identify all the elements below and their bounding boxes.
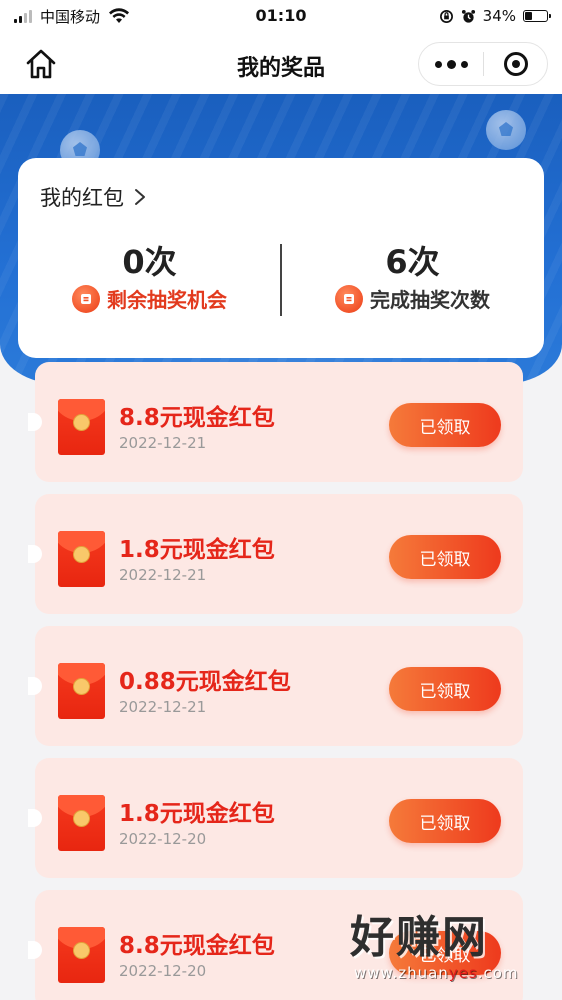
battery-percent: 34% — [482, 7, 516, 25]
close-mini-program-button[interactable] — [484, 43, 547, 85]
lottery-coin-icon — [72, 284, 100, 313]
prize-item: 8.8元现金红包 2022-12-20 已领取 — [28, 890, 523, 1000]
prize-list: 8.8元现金红包 2022-12-21 已领取 1.8元现金红包 2022-12… — [28, 362, 523, 1000]
my-red-packets-link[interactable]: 我的红包 — [40, 182, 146, 212]
prize-title: 1.8元现金红包 — [119, 801, 275, 827]
red-packet-icon — [58, 531, 105, 587]
close-mini-program-icon — [503, 52, 528, 76]
prize-date: 2022-12-21 — [119, 566, 207, 584]
remaining-label: 剩余抽奖机会 — [107, 288, 227, 312]
football-icon — [486, 110, 526, 150]
more-icon — [434, 60, 442, 68]
battery-icon — [523, 10, 551, 22]
claimed-button[interactable]: 已领取 — [389, 931, 501, 975]
claimed-button[interactable]: 已领取 — [389, 535, 501, 579]
remaining-chances-stat: 0次 剩余抽奖机会 — [18, 244, 281, 313]
claimed-button[interactable]: 已领取 — [389, 799, 501, 843]
prize-date: 2022-12-20 — [119, 962, 207, 980]
prize-title: 8.8元现金红包 — [119, 933, 275, 959]
claimed-button[interactable]: 已领取 — [389, 667, 501, 711]
prize-item: 0.88元现金红包 2022-12-21 已领取 — [28, 626, 523, 746]
stats-header-label: 我的红包 — [40, 186, 124, 210]
prize-item: 1.8元现金红包 2022-12-21 已领取 — [28, 494, 523, 614]
prize-item: 1.8元现金红包 2022-12-20 已领取 — [28, 758, 523, 878]
claimed-button[interactable]: 已领取 — [389, 403, 501, 447]
prize-date: 2022-12-21 — [119, 434, 207, 452]
prize-date: 2022-12-21 — [119, 698, 207, 716]
completed-draws-stat: 6次 完成抽奖次数 — [281, 244, 544, 313]
remaining-count: 0次 — [122, 243, 177, 281]
nav-bar: 我的奖品 — [0, 34, 562, 94]
prize-title: 0.88元现金红包 — [119, 669, 291, 695]
red-packet-icon — [58, 399, 105, 455]
lottery-coin-icon — [335, 284, 363, 313]
prize-date: 2022-12-20 — [119, 830, 207, 848]
completed-label: 完成抽奖次数 — [370, 288, 490, 312]
more-button[interactable] — [419, 43, 483, 85]
prize-title: 1.8元现金红包 — [119, 537, 275, 563]
alarm-icon — [461, 9, 475, 23]
battery-level — [525, 12, 533, 20]
red-packet-icon — [58, 927, 105, 983]
stats-card: 我的红包 0次 剩余抽奖机会 6次 完成抽奖次数 — [18, 158, 544, 358]
red-packet-icon — [58, 795, 105, 851]
prize-item: 8.8元现金红包 2022-12-21 已领取 — [28, 362, 523, 482]
status-bar: 中国移动 01:10 34% — [0, 0, 562, 34]
completed-count: 6次 — [385, 243, 440, 281]
chevron-right-icon — [135, 189, 145, 205]
prize-title: 8.8元现金红包 — [119, 405, 275, 431]
red-packet-icon — [58, 663, 105, 719]
status-right: 34% — [439, 6, 551, 26]
orientation-lock-icon — [439, 9, 453, 23]
mini-program-capsule — [418, 42, 548, 86]
